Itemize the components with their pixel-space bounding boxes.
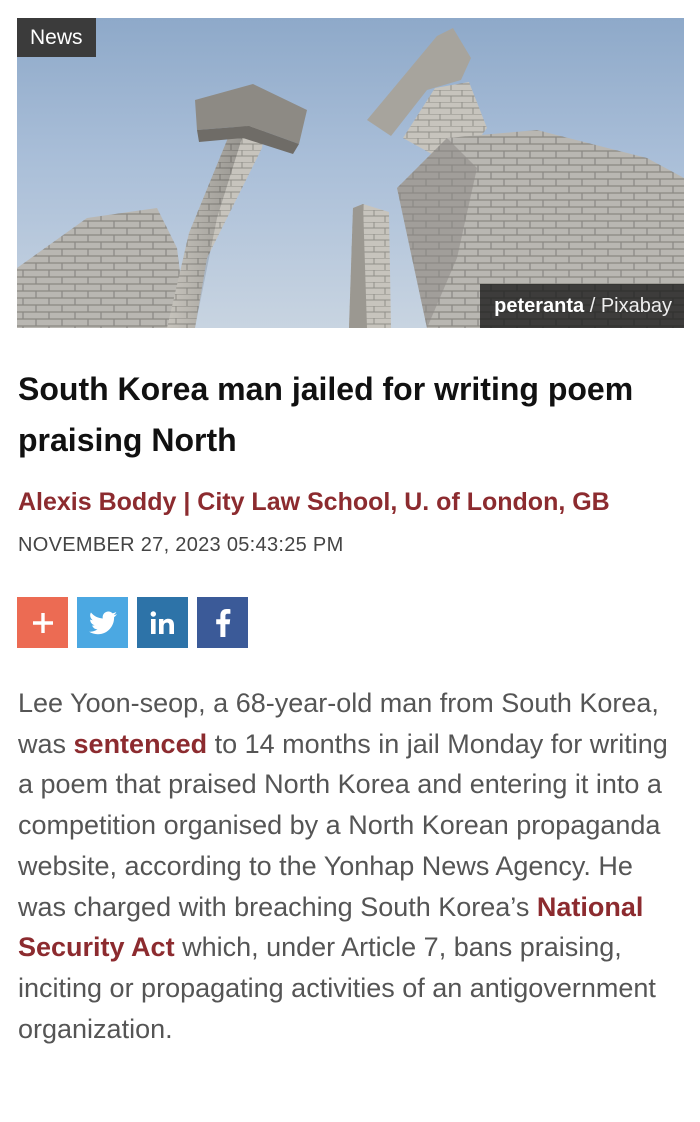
article-byline[interactable]: Alexis Boddy | City Law School, U. of Lo… (18, 484, 610, 520)
photo-credit-site[interactable]: Pixabay (601, 295, 672, 317)
article-body: Lee Yoon-seop, a 68-year-old man from So… (18, 683, 686, 1049)
article-title: South Korea man jailed for writing poem … (18, 371, 634, 458)
share-more-button[interactable] (17, 597, 68, 648)
photo-credit: peteranta / Pixabay (480, 284, 684, 328)
plus-icon (32, 612, 53, 633)
article-page: News peteranta / Pixabay South Korea man… (0, 0, 700, 1122)
share-linkedin-button[interactable] (137, 597, 188, 648)
linkedin-icon (150, 610, 174, 634)
hero-image: News peteranta / Pixabay (17, 18, 684, 328)
share-facebook-button[interactable] (197, 597, 248, 648)
news-category-badge[interactable]: News (17, 18, 96, 57)
photo-credit-author[interactable]: peteranta (494, 295, 584, 317)
share-bar (17, 597, 248, 648)
share-twitter-button[interactable] (77, 597, 128, 648)
article-date: NOVEMBER 27, 2023 05:43:25 PM (18, 534, 344, 556)
sentenced-link[interactable]: sentenced (74, 729, 208, 759)
monument-photo (17, 28, 684, 328)
twitter-icon (88, 610, 117, 634)
photo-credit-separator: / (584, 295, 601, 317)
facebook-icon (215, 608, 230, 637)
